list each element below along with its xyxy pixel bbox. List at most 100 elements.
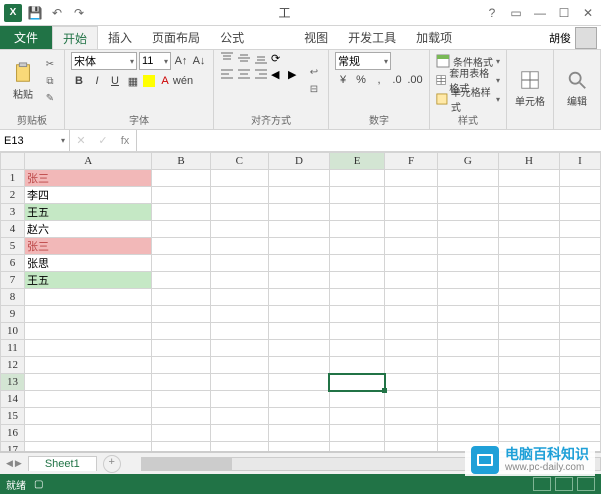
orientation-icon[interactable]: ⟳ bbox=[271, 52, 287, 66]
cell-I4[interactable] bbox=[560, 221, 601, 238]
cell-E15[interactable] bbox=[329, 408, 384, 425]
tab-home[interactable]: 开始 bbox=[52, 26, 98, 49]
paste-button[interactable]: 粘贴 bbox=[6, 52, 40, 110]
cell-I1[interactable] bbox=[560, 170, 601, 187]
page-layout-view-icon[interactable] bbox=[555, 477, 573, 491]
cell-G4[interactable] bbox=[437, 221, 498, 238]
cell-G2[interactable] bbox=[437, 187, 498, 204]
cell-I13[interactable] bbox=[560, 374, 601, 391]
cell-F5[interactable] bbox=[385, 238, 437, 255]
cell-D9[interactable] bbox=[268, 306, 329, 323]
cell-D13[interactable] bbox=[268, 374, 329, 391]
cell-D16[interactable] bbox=[268, 425, 329, 442]
cell-E11[interactable] bbox=[329, 340, 384, 357]
cell-A3[interactable]: 王五 bbox=[25, 204, 152, 221]
decrease-decimal-icon[interactable]: .00 bbox=[407, 72, 423, 88]
cell-A2[interactable]: 李四 bbox=[25, 187, 152, 204]
cell-I15[interactable] bbox=[560, 408, 601, 425]
cell-A15[interactable] bbox=[25, 408, 152, 425]
cell-I8[interactable] bbox=[560, 289, 601, 306]
col-header-F[interactable]: F bbox=[385, 153, 437, 170]
row-header-10[interactable]: 10 bbox=[1, 323, 25, 340]
font-color-button[interactable]: A bbox=[157, 73, 173, 89]
cell-B2[interactable] bbox=[152, 187, 210, 204]
cell-H8[interactable] bbox=[498, 289, 559, 306]
cell-A17[interactable] bbox=[25, 442, 152, 453]
cell-I10[interactable] bbox=[560, 323, 601, 340]
cell-A4[interactable]: 赵六 bbox=[25, 221, 152, 238]
cell-A9[interactable] bbox=[25, 306, 152, 323]
row-header-13[interactable]: 13 bbox=[1, 374, 25, 391]
cell-A13[interactable] bbox=[25, 374, 152, 391]
cell-H10[interactable] bbox=[498, 323, 559, 340]
cell-H2[interactable] bbox=[498, 187, 559, 204]
cell-G8[interactable] bbox=[437, 289, 498, 306]
increase-decimal-icon[interactable]: .0 bbox=[389, 72, 405, 88]
cell-B6[interactable] bbox=[152, 255, 210, 272]
file-tab[interactable]: 文件 bbox=[0, 26, 52, 49]
tab-developer[interactable]: 开发工具 bbox=[338, 26, 406, 49]
cell-B14[interactable] bbox=[152, 391, 210, 408]
cell-C6[interactable] bbox=[210, 255, 268, 272]
cell-E7[interactable] bbox=[329, 272, 384, 289]
align-top-icon[interactable] bbox=[220, 52, 236, 66]
cell-I3[interactable] bbox=[560, 204, 601, 221]
align-center-icon[interactable] bbox=[237, 68, 253, 82]
worksheet-grid[interactable]: ABCDEFGHI1张三2李四3王五4赵六5张三6张思7王五8910111213… bbox=[0, 152, 601, 452]
cell-H7[interactable] bbox=[498, 272, 559, 289]
cell-I14[interactable] bbox=[560, 391, 601, 408]
cell-F14[interactable] bbox=[385, 391, 437, 408]
cell-F16[interactable] bbox=[385, 425, 437, 442]
cell-B15[interactable] bbox=[152, 408, 210, 425]
cell-E2[interactable] bbox=[329, 187, 384, 204]
cell-G14[interactable] bbox=[437, 391, 498, 408]
wrap-text-icon[interactable]: ↩ bbox=[306, 66, 322, 80]
name-box[interactable]: E13▾ bbox=[0, 130, 70, 151]
font-size-combo[interactable]: 11▾ bbox=[139, 52, 171, 70]
cell-F12[interactable] bbox=[385, 357, 437, 374]
redo-icon[interactable]: ↷ bbox=[70, 4, 88, 22]
cell-D11[interactable] bbox=[268, 340, 329, 357]
cell-F15[interactable] bbox=[385, 408, 437, 425]
cell-F8[interactable] bbox=[385, 289, 437, 306]
cell-B11[interactable] bbox=[152, 340, 210, 357]
cell-D3[interactable] bbox=[268, 204, 329, 221]
cell-G12[interactable] bbox=[437, 357, 498, 374]
cell-H16[interactable] bbox=[498, 425, 559, 442]
font-name-combo[interactable]: 宋体▾ bbox=[71, 52, 137, 70]
cell-I9[interactable] bbox=[560, 306, 601, 323]
cell-E8[interactable] bbox=[329, 289, 384, 306]
cell-I6[interactable] bbox=[560, 255, 601, 272]
cell-C4[interactable] bbox=[210, 221, 268, 238]
cell-I7[interactable] bbox=[560, 272, 601, 289]
cell-C14[interactable] bbox=[210, 391, 268, 408]
cell-G5[interactable] bbox=[437, 238, 498, 255]
cell-C3[interactable] bbox=[210, 204, 268, 221]
cell-F3[interactable] bbox=[385, 204, 437, 221]
cell-E16[interactable] bbox=[329, 425, 384, 442]
number-format-combo[interactable]: 常规▾ bbox=[335, 52, 391, 70]
cell-C11[interactable] bbox=[210, 340, 268, 357]
cell-F9[interactable] bbox=[385, 306, 437, 323]
percent-icon[interactable]: % bbox=[353, 72, 369, 88]
avatar[interactable] bbox=[575, 27, 597, 49]
horizontal-scrollbar[interactable] bbox=[141, 457, 601, 471]
decrease-indent-icon[interactable]: ◀ bbox=[271, 68, 287, 82]
cell-H1[interactable] bbox=[498, 170, 559, 187]
cell-H12[interactable] bbox=[498, 357, 559, 374]
align-middle-icon[interactable] bbox=[237, 52, 253, 66]
sheet-tab-active[interactable]: Sheet1 bbox=[28, 456, 97, 471]
cell-A10[interactable] bbox=[25, 323, 152, 340]
cell-D10[interactable] bbox=[268, 323, 329, 340]
col-header-E[interactable]: E bbox=[329, 153, 384, 170]
cell-B8[interactable] bbox=[152, 289, 210, 306]
select-all-cell[interactable] bbox=[1, 153, 25, 170]
cell-I2[interactable] bbox=[560, 187, 601, 204]
cell-C10[interactable] bbox=[210, 323, 268, 340]
col-header-I[interactable]: I bbox=[560, 153, 601, 170]
fx-icon[interactable]: fx bbox=[114, 135, 136, 147]
italic-button[interactable]: I bbox=[89, 73, 105, 89]
cell-D12[interactable] bbox=[268, 357, 329, 374]
cell-E9[interactable] bbox=[329, 306, 384, 323]
col-header-D[interactable]: D bbox=[268, 153, 329, 170]
